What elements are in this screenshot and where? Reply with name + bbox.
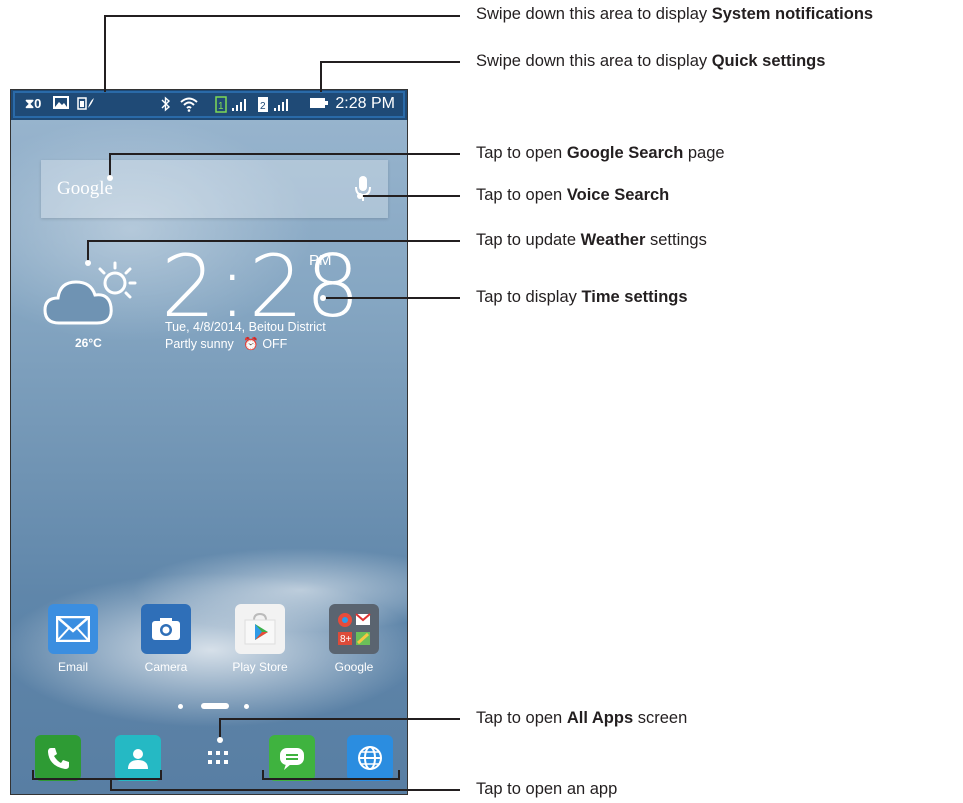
callout-dot xyxy=(357,193,363,199)
callout-text: Swipe down this area to display xyxy=(476,5,712,23)
alarm-status: OFF xyxy=(262,337,288,351)
app-camera[interactable]: Camera xyxy=(131,604,201,674)
app-email[interactable]: Email xyxy=(38,604,108,674)
callout-system-notifications: Swipe down this area to display System n… xyxy=(476,5,873,24)
callout-line xyxy=(109,153,111,177)
temperature: 26°C xyxy=(75,336,102,350)
weather-condition-row: Partly sunny ⏰ OFF xyxy=(165,337,287,352)
callout-line xyxy=(398,770,400,780)
page-dot-active[interactable] xyxy=(201,703,229,709)
callout-line xyxy=(219,718,460,720)
callout-line xyxy=(160,770,162,780)
callout-dot xyxy=(217,737,223,743)
callout-text: Tap to open xyxy=(476,186,567,204)
page-dot[interactable] xyxy=(244,704,249,709)
google-folder-icon: 8+ xyxy=(329,604,379,654)
alarm-icon: ⏰ xyxy=(243,337,259,351)
callout-bold: Google Search xyxy=(566,144,684,162)
callout-text: screen xyxy=(633,709,688,727)
callout-text: Tap to update xyxy=(476,231,581,249)
page-dot[interactable] xyxy=(178,704,183,709)
camera-icon xyxy=(141,604,191,654)
callout-weather: Tap to update Weather settings xyxy=(476,231,707,250)
app-play-store[interactable]: Play Store xyxy=(225,604,295,674)
callout-line xyxy=(262,770,264,780)
app-label: Google xyxy=(334,660,374,674)
callout-dot xyxy=(320,295,326,301)
callout-text: Tap to open xyxy=(476,144,567,162)
callout-text: Tap to open an app xyxy=(476,780,618,798)
callout-bold: Voice Search xyxy=(566,186,670,204)
app-label: Email xyxy=(57,660,88,674)
callout-bold: Time settings xyxy=(581,288,688,306)
callout-line xyxy=(87,240,460,242)
messaging-icon[interactable] xyxy=(269,735,315,781)
callout-bold: All Apps xyxy=(566,709,634,727)
google-logo: Google xyxy=(57,178,113,199)
email-icon xyxy=(48,604,98,654)
callout-text: settings xyxy=(645,231,707,249)
callout-line xyxy=(104,15,106,92)
callout-quick-settings: Swipe down this area to display Quick se… xyxy=(476,52,825,71)
callout-bold: Quick settings xyxy=(711,52,826,70)
callout-line xyxy=(110,789,460,791)
clock-ampm: PM xyxy=(309,252,332,269)
callout-open-app: Tap to open an app xyxy=(476,780,617,799)
app-label: Play Store xyxy=(232,660,288,674)
callout-line xyxy=(32,778,162,780)
callout-time-settings: Tap to display Time settings xyxy=(476,288,688,307)
google-search-widget[interactable]: Google xyxy=(41,160,388,218)
partly-cloudy-icon[interactable] xyxy=(39,255,149,335)
microphone-icon[interactable] xyxy=(352,174,374,204)
callout-dot xyxy=(107,175,113,181)
weather-condition: Partly sunny xyxy=(165,337,234,351)
clock-time[interactable]: 2:28 xyxy=(161,242,362,332)
phone-screen: ⧗0 1 2 2:28 PM Google 26°C 2:28 PM Tue, … xyxy=(10,89,408,795)
callout-dot xyxy=(85,260,91,266)
callout-voice-search: Tap to open Voice Search xyxy=(476,186,669,205)
callout-text: page xyxy=(683,144,725,162)
callout-line xyxy=(324,297,460,299)
play-store-icon xyxy=(235,604,285,654)
callout-line xyxy=(109,153,460,155)
callout-bold: Weather xyxy=(580,231,646,249)
clock-date: Tue, 4/8/2014, Beitou District xyxy=(165,320,326,334)
callout-line xyxy=(320,61,322,92)
callout-bold: System notifications xyxy=(711,5,874,23)
callout-text: Tap to open xyxy=(476,709,567,727)
callout-google-search: Tap to open Google Search page xyxy=(476,144,725,163)
callout-line xyxy=(32,770,34,780)
svg-text:8+: 8+ xyxy=(340,634,352,645)
callout-all-apps: Tap to open All Apps screen xyxy=(476,709,687,728)
callout-text: Tap to display xyxy=(476,288,582,306)
contacts-icon[interactable] xyxy=(115,735,161,781)
callout-line xyxy=(104,15,460,17)
browser-icon[interactable] xyxy=(347,735,393,781)
status-bar-highlight xyxy=(13,91,405,118)
callout-line xyxy=(262,778,400,780)
app-google-folder[interactable]: 8+ Google xyxy=(319,604,389,674)
phone-icon[interactable] xyxy=(35,735,81,781)
callout-text: Swipe down this area to display xyxy=(476,52,712,70)
callout-line xyxy=(360,195,460,197)
callout-line xyxy=(87,240,89,262)
callout-line xyxy=(320,61,460,63)
app-label: Camera xyxy=(144,660,188,674)
